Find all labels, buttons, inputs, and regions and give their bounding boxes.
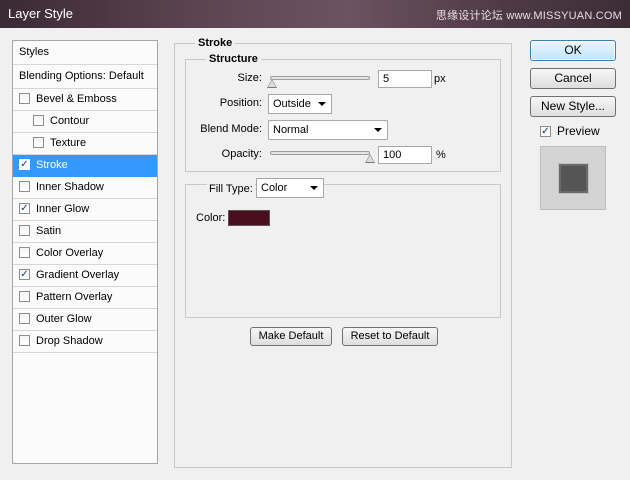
make-default-button[interactable]: Make Default <box>250 327 332 346</box>
position-select[interactable]: Outside <box>268 94 332 114</box>
ok-button[interactable]: OK <box>530 40 616 61</box>
preview-checkbox-box[interactable]: ✓ <box>540 125 551 137</box>
style-item-outer-glow[interactable]: Outer Glow <box>13 309 157 331</box>
style-item-label: Outer Glow <box>36 313 92 325</box>
preview-checkbox[interactable]: ✓ Preview <box>540 124 600 138</box>
style-item-pattern-overlay[interactable]: Pattern Overlay <box>13 287 157 309</box>
fill-type-group: Fill Type: Color Color: <box>185 178 501 318</box>
color-label: Color: <box>196 212 226 224</box>
style-item-texture[interactable]: Texture <box>13 133 157 155</box>
structure-group-title: Structure <box>206 53 261 65</box>
style-checkbox[interactable] <box>19 334 30 346</box>
watermark-text: 思缘设计论坛 www.MISSYUAN.COM <box>435 10 622 22</box>
stroke-color-swatch[interactable] <box>228 210 270 226</box>
style-checkbox[interactable] <box>33 136 44 148</box>
style-item-stroke[interactable]: ✓ Stroke <box>13 155 157 177</box>
position-select-value: Outside <box>273 98 311 110</box>
style-item-color-overlay[interactable]: Color Overlay <box>13 243 157 265</box>
reset-to-default-button[interactable]: Reset to Default <box>342 327 438 346</box>
style-item-label: Drop Shadow <box>36 335 103 347</box>
opacity-unit: % <box>436 149 446 161</box>
window-title: Layer Style <box>8 6 74 21</box>
style-checkbox[interactable]: ✓ <box>19 268 30 280</box>
size-unit: px <box>434 73 446 85</box>
blend-mode-label: Blend Mode: <box>200 123 262 135</box>
opacity-slider-thumb[interactable] <box>365 154 375 163</box>
opacity-input[interactable]: 100 <box>378 146 432 164</box>
fill-type-label: Fill Type: <box>207 183 255 195</box>
style-item-label: Bevel & Emboss <box>36 93 117 105</box>
style-item-satin[interactable]: Satin <box>13 221 157 243</box>
style-checkbox[interactable] <box>19 224 30 236</box>
style-item-label: Contour <box>50 115 90 127</box>
style-item-bevel-emboss[interactable]: Bevel & Emboss <box>13 89 157 111</box>
style-item-label: Inner Glow <box>36 203 90 215</box>
style-checkbox[interactable] <box>19 246 30 258</box>
preview-label: Preview <box>557 124 600 138</box>
blend-mode-select[interactable]: Normal <box>268 120 388 140</box>
style-checkbox[interactable] <box>33 114 44 126</box>
styles-panel: Styles Blending Options: Default Bevel &… <box>12 40 158 464</box>
style-item-drop-shadow[interactable]: Drop Shadow <box>13 331 157 353</box>
preview-thumbnail <box>558 163 589 194</box>
style-item-label: Pattern Overlay <box>36 291 113 303</box>
position-label: Position: <box>219 97 262 109</box>
layer-style-dialog: Layer Style 思缘设计论坛 www.MISSYUAN.COM Styl… <box>0 0 630 480</box>
size-input[interactable]: 5 <box>378 70 432 88</box>
style-item-label: Gradient Overlay <box>36 269 120 281</box>
cancel-button[interactable]: Cancel <box>530 68 616 89</box>
style-checkbox[interactable]: ✓ <box>19 158 30 170</box>
structure-group: Structure Size: 5 px Position: Outside B… <box>185 53 501 172</box>
fill-type-select[interactable]: Color <box>256 178 324 198</box>
stroke-group-title: Stroke <box>195 37 236 49</box>
style-item-contour[interactable]: Contour <box>13 111 157 133</box>
style-item-label: Inner Shadow <box>36 181 104 193</box>
blending-options-label: Blending Options: Default <box>19 70 144 82</box>
style-item-label: Color Overlay <box>36 247 104 259</box>
style-item-inner-glow[interactable]: ✓ Inner Glow <box>13 199 157 221</box>
blend-mode-select-value: Normal <box>273 124 309 136</box>
chevron-down-icon <box>310 186 318 190</box>
opacity-label: Opacity: <box>221 148 262 160</box>
style-item-inner-shadow[interactable]: Inner Shadow <box>13 177 157 199</box>
styles-header-label: Styles <box>19 46 49 58</box>
fill-type-select-value: Color <box>261 182 288 194</box>
chevron-down-icon <box>374 128 382 132</box>
size-slider-track[interactable] <box>270 76 370 80</box>
styles-header[interactable]: Styles <box>13 41 157 65</box>
style-checkbox[interactable] <box>19 180 30 192</box>
style-item-label: Texture <box>50 137 87 149</box>
style-checkbox[interactable] <box>19 290 30 302</box>
style-item-label: Satin <box>36 225 62 237</box>
style-checkbox[interactable]: ✓ <box>19 202 30 214</box>
size-label: Size: <box>237 72 262 84</box>
style-item-gradient-overlay[interactable]: ✓ Gradient Overlay <box>13 265 157 287</box>
opacity-slider-track[interactable] <box>270 151 370 155</box>
stroke-group: Stroke Structure Size: 5 px Position: Ou… <box>174 37 512 468</box>
style-item-label: Stroke <box>36 159 68 171</box>
title-bar[interactable]: Layer Style 思缘设计论坛 www.MISSYUAN.COM <box>0 0 630 28</box>
new-style-button[interactable]: New Style... <box>530 96 616 117</box>
style-preview <box>540 146 606 210</box>
style-checkbox[interactable] <box>19 92 30 104</box>
chevron-down-icon <box>318 102 326 106</box>
style-checkbox[interactable] <box>19 312 30 324</box>
blending-options-item[interactable]: Blending Options: Default <box>13 65 157 89</box>
size-slider-thumb[interactable] <box>267 79 277 88</box>
